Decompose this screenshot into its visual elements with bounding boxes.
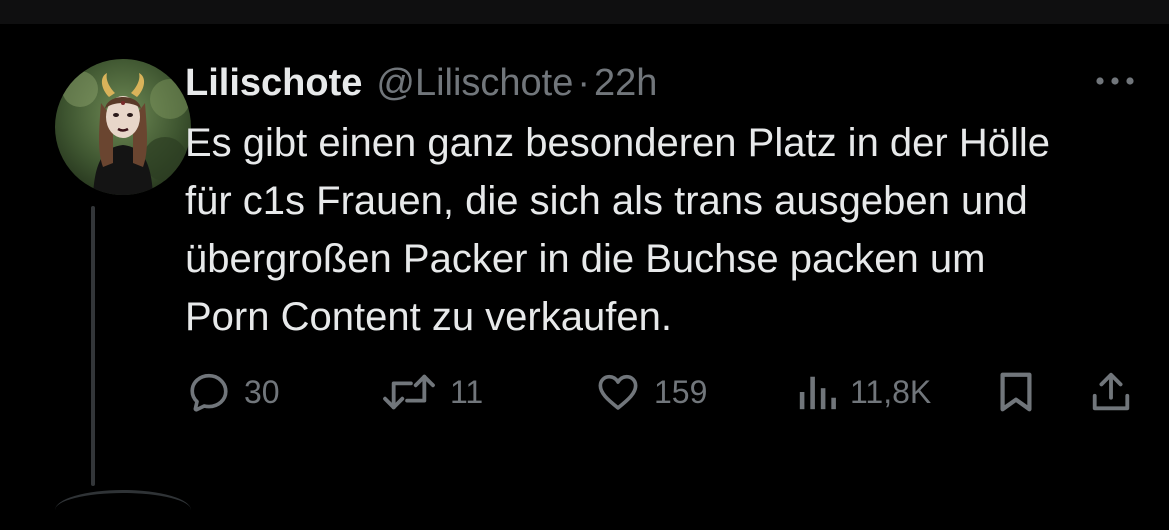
- post-header: Lilischote @Lilischote · 22h: [185, 58, 657, 108]
- views-icon: [799, 376, 836, 410]
- display-name[interactable]: Lilischote: [185, 58, 362, 108]
- bookmark-button[interactable]: [996, 364, 1036, 420]
- user-handle[interactable]: @Lilischote: [376, 58, 573, 108]
- top-bar: [0, 0, 1169, 24]
- post-timestamp[interactable]: 22h: [594, 58, 657, 108]
- like-count: 159: [654, 373, 708, 410]
- avatar[interactable]: [55, 59, 191, 195]
- avatar-image: [55, 59, 191, 195]
- repost-count: 11: [450, 373, 484, 410]
- repost-button[interactable]: 11: [380, 364, 483, 420]
- reply-icon: [190, 373, 228, 412]
- like-button[interactable]: 159: [594, 364, 707, 420]
- bookmark-icon: [1000, 372, 1032, 412]
- share-button[interactable]: [1088, 364, 1134, 420]
- share-icon: [1092, 372, 1130, 411]
- post-text: Es gibt einen ganz besonderen Platz in d…: [185, 121, 1050, 339]
- repost-icon: [383, 374, 435, 410]
- action-bar: 30 11 159 11,8K: [0, 364, 1169, 420]
- more-options-button[interactable]: [1092, 66, 1138, 96]
- next-post-avatar: [55, 490, 191, 530]
- reply-button[interactable]: 30: [186, 364, 280, 420]
- more-icon: [1096, 77, 1134, 85]
- views-count: 11,8K: [850, 373, 932, 410]
- views-button[interactable]: 11,8K: [796, 364, 931, 420]
- reply-count: 30: [244, 373, 280, 410]
- thread-line: [91, 206, 95, 486]
- separator-dot: ·: [577, 62, 591, 104]
- heart-icon: [598, 374, 638, 410]
